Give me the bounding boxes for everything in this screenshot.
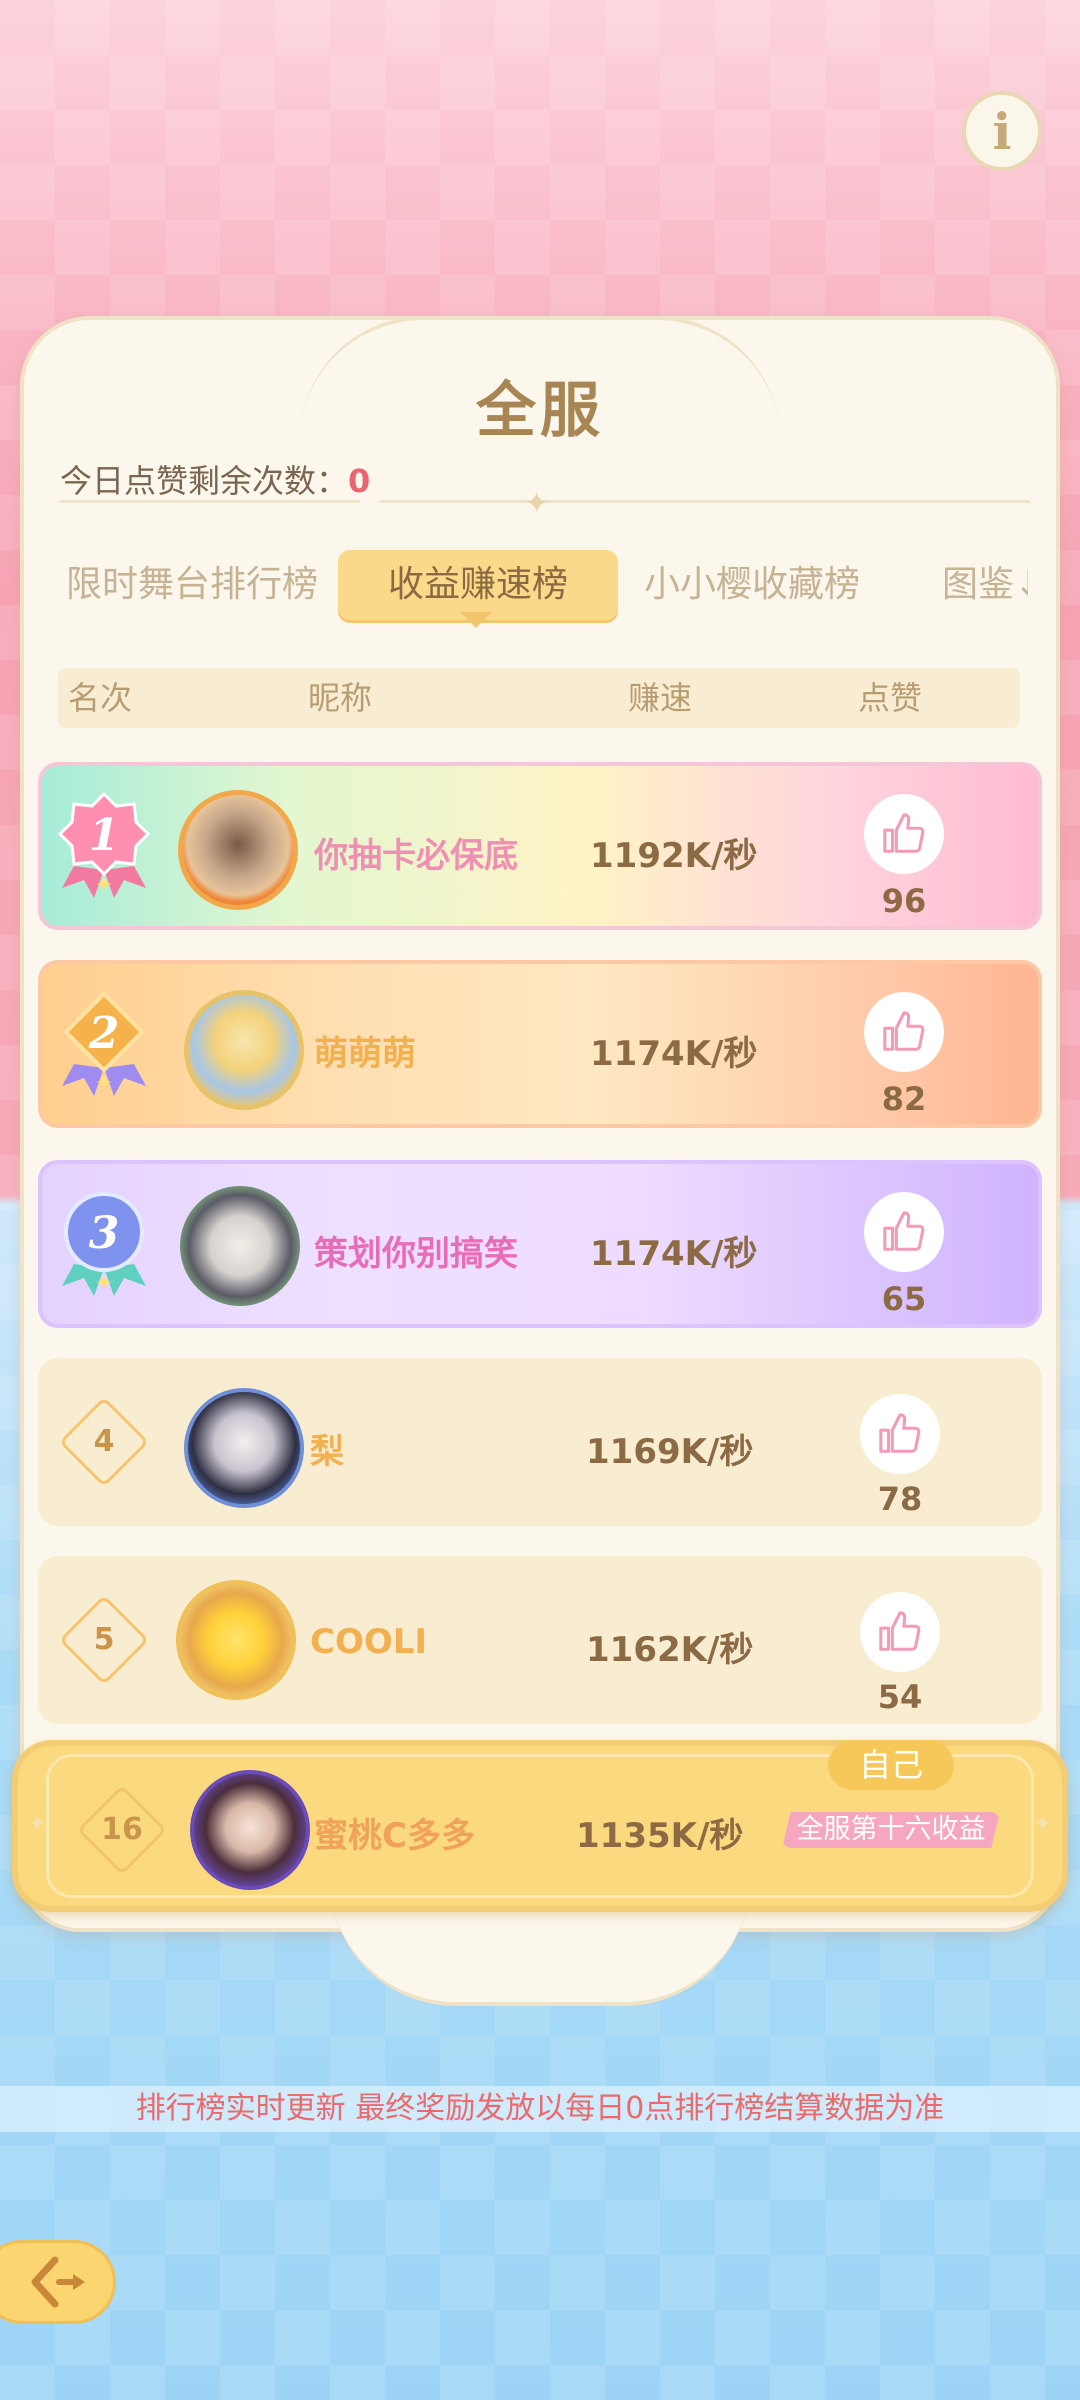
back-button[interactable] xyxy=(0,2240,116,2324)
column-rank: 名次 xyxy=(68,679,133,717)
thumbs-up-icon xyxy=(879,1611,921,1651)
self-tag-badge: 自己 xyxy=(828,1740,954,1790)
rank-2-medal-icon: 2 ✦ xyxy=(62,991,146,1096)
avatar[interactable] xyxy=(180,1186,300,1306)
likes-remaining-value: 0 xyxy=(348,462,371,500)
svg-text:✦: ✦ xyxy=(95,1071,113,1096)
thumbs-up-icon xyxy=(883,813,925,853)
sparkle-icon: ✦ xyxy=(1033,1812,1052,1837)
like-button[interactable] xyxy=(864,1192,944,1272)
info-button[interactable]: i xyxy=(962,91,1042,171)
avatar[interactable] xyxy=(178,790,298,910)
active-tab-pointer xyxy=(460,612,492,628)
rank-1-medal-icon: 1 ✦ xyxy=(57,791,151,898)
avatar[interactable] xyxy=(184,1388,304,1508)
like-count: 54 xyxy=(877,1678,923,1716)
earn-speed: 1174K/秒 xyxy=(590,1034,758,1074)
tab-sakura-collection[interactable]: 小小樱收藏榜 xyxy=(644,550,860,620)
divider xyxy=(380,500,1030,503)
avatar[interactable] xyxy=(176,1580,296,1700)
rank-3-medal-icon: 3 ✦ xyxy=(62,1192,146,1296)
back-arrow-icon xyxy=(31,2256,85,2308)
star-ornament-icon: ✦ xyxy=(524,486,550,521)
like-count: 82 xyxy=(881,1080,927,1118)
tab-stage-ranking[interactable]: 限时舞台排行榜 xyxy=(66,550,318,620)
player-nickname: COOLI xyxy=(310,1622,428,1662)
earn-speed: 1162K/秒 xyxy=(586,1630,754,1670)
ranking-notice: 排行榜实时更新 最终奖励发放以每日0点排行榜结算数据为准 xyxy=(0,2086,1080,2132)
like-button[interactable] xyxy=(860,1592,940,1672)
thumbs-up-icon xyxy=(883,1011,925,1051)
column-nickname: 昵称 xyxy=(308,679,373,717)
self-nickname: 蜜桃C多多 xyxy=(314,1816,475,1856)
table-row: 3 ✦ 策划你别搞笑 1174K/秒 65 xyxy=(38,1160,1042,1328)
rank-number: 4 xyxy=(93,1424,115,1459)
divider xyxy=(60,500,360,503)
column-speed: 赚速 xyxy=(628,679,693,717)
likes-remaining: 今日点赞剩余次数：0 xyxy=(60,456,370,502)
column-like: 点赞 xyxy=(858,679,923,717)
player-nickname: 你抽卡必保底 xyxy=(314,836,518,876)
svg-text:✦: ✦ xyxy=(95,1271,113,1296)
self-earn-speed: 1135K/秒 xyxy=(576,1816,744,1856)
page-title: 全服 xyxy=(476,376,604,446)
rank-number: 16 xyxy=(101,1812,143,1847)
svg-text:1: 1 xyxy=(89,810,120,861)
thumbs-up-icon xyxy=(879,1413,921,1453)
player-nickname: 梨 xyxy=(310,1432,344,1472)
svg-text:✦: ✦ xyxy=(95,873,113,898)
like-button[interactable] xyxy=(864,794,944,874)
table-row: 4 梨 1169K/秒 78 xyxy=(38,1358,1042,1526)
earn-speed: 1169K/秒 xyxy=(586,1432,754,1472)
self-rank-description: 全服第十六收益 xyxy=(782,1812,1000,1848)
self-avatar[interactable] xyxy=(190,1770,310,1890)
sparkle-icon: ✦ xyxy=(28,1812,47,1837)
like-count: 65 xyxy=(881,1280,927,1318)
info-icon: i xyxy=(992,101,1012,161)
table-row: 1 ✦ 你抽卡必保底 1192K/秒 96 xyxy=(38,762,1042,930)
svg-text:3: 3 xyxy=(89,1208,120,1259)
tab-illustrated[interactable]: 图鉴↓ xyxy=(942,550,1028,620)
tab-bar: 限时舞台排行榜 收益赚速榜 小小樱收藏榜 图鉴↓ xyxy=(0,550,1080,620)
table-row: 5 COOLI 1162K/秒 54 xyxy=(38,1556,1042,1724)
player-nickname: 萌萌萌 xyxy=(314,1034,416,1074)
thumbs-up-icon xyxy=(883,1211,925,1251)
avatar[interactable] xyxy=(184,990,304,1110)
like-count: 96 xyxy=(881,882,927,920)
like-count: 78 xyxy=(877,1480,923,1518)
likes-remaining-label: 今日点赞剩余次数： xyxy=(60,462,349,500)
table-row: 2 ✦ 萌萌萌 1174K/秒 82 xyxy=(38,960,1042,1128)
earn-speed: 1192K/秒 xyxy=(590,836,758,876)
earn-speed: 1174K/秒 xyxy=(590,1234,758,1274)
player-nickname: 策划你别搞笑 xyxy=(314,1234,518,1274)
rank-number: 5 xyxy=(93,1622,115,1657)
tab-income-speed[interactable]: 收益赚速榜 xyxy=(338,550,618,620)
table-header: 名次 昵称 赚速 点赞 xyxy=(58,668,1020,728)
like-button[interactable] xyxy=(864,992,944,1072)
svg-text:2: 2 xyxy=(88,1008,120,1059)
like-button[interactable] xyxy=(860,1394,940,1474)
